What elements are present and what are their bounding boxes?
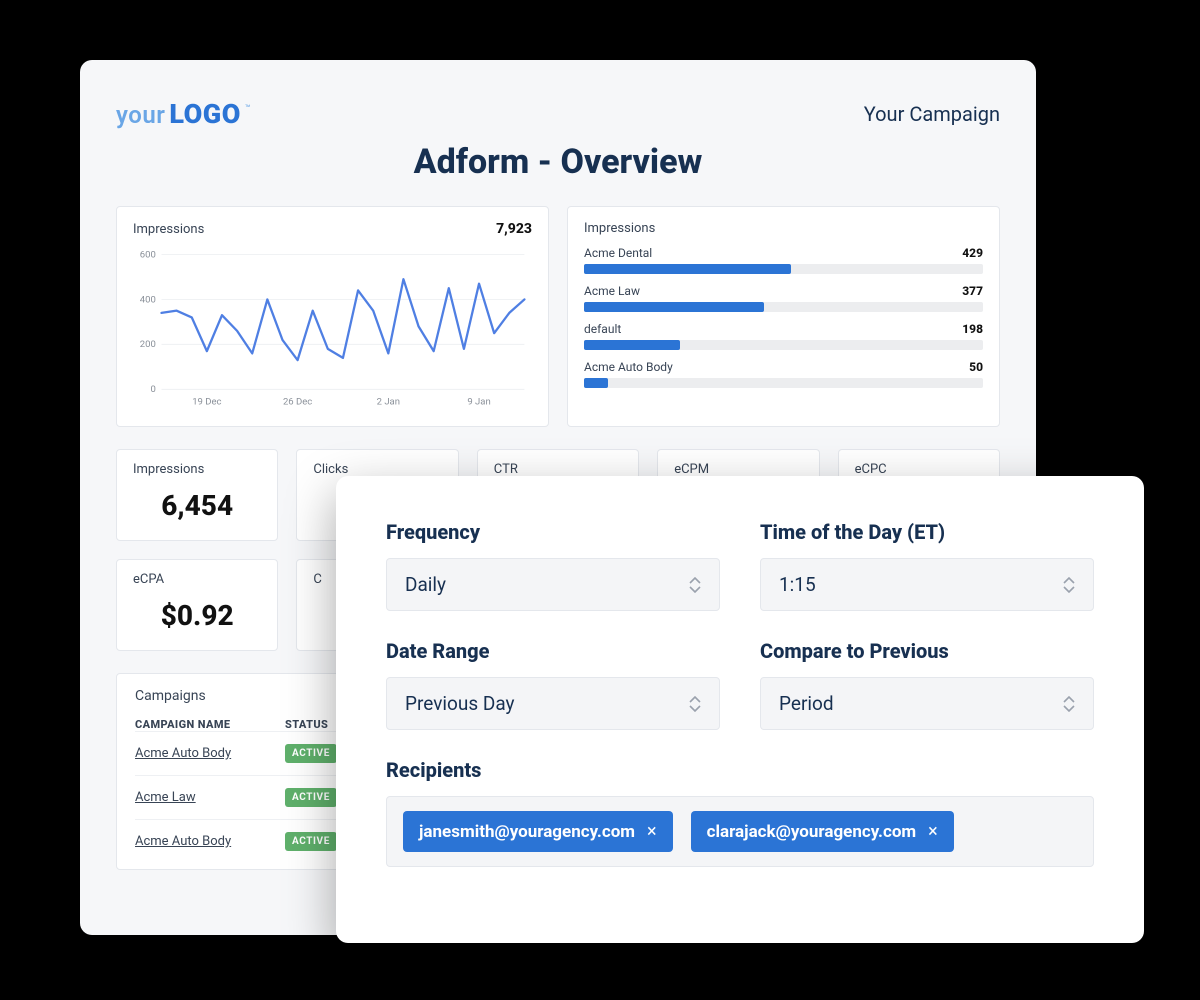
svg-text:400: 400 (140, 294, 156, 305)
compare-value: Period (779, 692, 834, 715)
remove-icon[interactable]: × (928, 821, 938, 842)
svg-text:26 Dec: 26 Dec (283, 397, 312, 408)
compare-select[interactable]: Period (760, 677, 1094, 730)
recipient-chip[interactable]: clarajack@youragency.com × (691, 811, 954, 852)
bar-label: Acme Auto Body (584, 360, 673, 374)
impressions-bars-card: Impressions Acme Dental 429 Acme Law 377 def… (567, 206, 1000, 427)
frequency-value: Daily (405, 573, 446, 596)
daterange-select[interactable]: Previous Day (386, 677, 720, 730)
bar-track (584, 340, 983, 350)
stepper-icon (1063, 696, 1075, 712)
compare-field: Compare to Previous Period (760, 639, 1094, 730)
kpi-value: $0.92 (133, 599, 261, 632)
svg-text:0: 0 (150, 384, 155, 395)
recipients-label: Recipients (386, 758, 1094, 782)
campaigns-head-status: STATUS (285, 718, 328, 731)
stepper-icon (689, 577, 701, 593)
svg-text:600: 600 (140, 249, 156, 260)
kpi-label: Impressions (133, 462, 261, 477)
bar-fill (584, 378, 608, 388)
time-value: 1:15 (779, 573, 816, 596)
schedule-panel: Frequency Daily Time of the Day (ET) 1:1… (336, 476, 1144, 943)
campaign-link[interactable]: Your Campaign (864, 102, 1000, 126)
stepper-icon (1063, 577, 1075, 593)
kpi-label: eCPA (133, 572, 261, 587)
daterange-label: Date Range (386, 639, 720, 663)
campaign-name[interactable]: Acme Auto Body (135, 746, 245, 761)
campaigns-head-name: CAMPAIGN NAME (135, 718, 245, 731)
impressions-bar-row: default 198 (584, 322, 983, 350)
remove-icon[interactable]: × (647, 821, 657, 842)
time-field: Time of the Day (ET) 1:15 (760, 520, 1094, 611)
status-badge: ACTIVE (285, 744, 337, 763)
recipient-email: clarajack@youragency.com (707, 822, 917, 842)
kpi-label: CTR (494, 462, 622, 477)
kpi-value: 6,454 (133, 489, 261, 522)
logo-text-logo: LOGO (169, 98, 240, 130)
bar-value: 198 (962, 322, 983, 336)
impressions-line-value: 7,923 (496, 221, 532, 237)
svg-text:19 Dec: 19 Dec (192, 397, 221, 408)
logo-tm: ™ (245, 104, 251, 114)
status-badge: ACTIVE (285, 788, 337, 807)
recipients-input[interactable]: janesmith@youragency.com×clarajack@youra… (386, 796, 1094, 867)
time-select[interactable]: 1:15 (760, 558, 1094, 611)
stepper-icon (689, 696, 701, 712)
bar-fill (584, 340, 680, 350)
bar-value: 429 (962, 246, 983, 260)
status-badge: ACTIVE (285, 832, 337, 851)
bar-fill (584, 302, 764, 312)
logo: your LOGO ™ (116, 98, 250, 130)
impressions-line-label: Impressions (133, 222, 204, 237)
bar-track (584, 302, 983, 312)
frequency-select[interactable]: Daily (386, 558, 720, 611)
page-title: Adform - Overview (116, 142, 1000, 182)
campaign-name[interactable]: Acme Law (135, 790, 245, 805)
impressions-line-card: Impressions 7,923 0 200 400 600 19 Dec 26 De… (116, 206, 549, 427)
kpi-card: eCPA $0.92 (116, 559, 278, 651)
kpi-label: eCPM (674, 462, 802, 477)
recipient-chip[interactable]: janesmith@youragency.com × (403, 811, 673, 852)
kpi-card: Impressions 6,454 (116, 449, 278, 541)
impressions-bar-row: Acme Dental 429 (584, 246, 983, 274)
frequency-label: Frequency (386, 520, 720, 544)
recipient-email: janesmith@youragency.com (419, 822, 635, 842)
impressions-bars-label: Impressions (584, 221, 655, 236)
daterange-value: Previous Day (405, 692, 515, 715)
recipients-field: Recipients janesmith@youragency.com×clar… (386, 758, 1094, 867)
impressions-line-chart: 0 200 400 600 19 Dec 26 Dec 2 Jan 9 Jan (133, 247, 532, 412)
impressions-bar-row: Acme Auto Body 50 (584, 360, 983, 388)
bar-track (584, 378, 983, 388)
logo-text-your: your (116, 101, 165, 129)
bar-label: default (584, 322, 621, 336)
daterange-field: Date Range Previous Day (386, 639, 720, 730)
bar-value: 377 (962, 284, 983, 298)
dashboard-header: your LOGO ™ Your Campaign (116, 98, 1000, 130)
bar-fill (584, 264, 791, 274)
bar-label: Acme Dental (584, 246, 652, 260)
bar-track (584, 264, 983, 274)
kpi-label: eCPC (855, 462, 983, 477)
svg-text:200: 200 (140, 339, 156, 350)
time-label: Time of the Day (ET) (760, 520, 1094, 544)
bar-label: Acme Law (584, 284, 640, 298)
kpi-label: Clicks (313, 462, 441, 477)
impressions-bar-row: Acme Law 377 (584, 284, 983, 312)
campaign-name[interactable]: Acme Auto Body (135, 834, 245, 849)
compare-label: Compare to Previous (760, 639, 1094, 663)
svg-text:2 Jan: 2 Jan (377, 397, 400, 408)
svg-text:9 Jan: 9 Jan (467, 397, 490, 408)
bar-value: 50 (969, 360, 983, 374)
frequency-field: Frequency Daily (386, 520, 720, 611)
